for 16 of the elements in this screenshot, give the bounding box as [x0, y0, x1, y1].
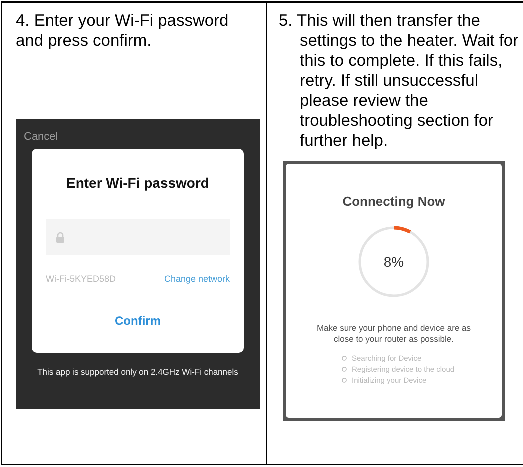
circle-icon — [342, 356, 347, 361]
instruction-text: 4. Enter your Wi-Fi password and press confirm. — [16, 11, 230, 51]
lock-icon — [56, 232, 65, 242]
progress-percent: 8% — [384, 254, 404, 270]
password-field[interactable] — [46, 219, 230, 255]
progress-title: Connecting Now — [342, 194, 446, 209]
circle-icon — [342, 367, 347, 372]
support-note: This app is supported only on 2.4GHz Wi-Fi channels — [38, 367, 238, 377]
network-name: Wi-Fi-5KYED58D — [46, 274, 116, 284]
dialog-title: Enter Wi-Fi password — [66, 175, 210, 191]
confirm-button[interactable]: Confirm — [115, 314, 161, 328]
change-network-link[interactable]: Change network — [164, 274, 230, 284]
instruction-text: 5. This will then transfer the settings to the heater. Wait for this to complete. If this fails, retry. If still unsuccessful please review the troubleshooting section for further help. — [279, 11, 520, 151]
hint-text: Make sure your phone and device are as close to your router as possible. — [316, 323, 472, 345]
cancel-link[interactable]: Cancel — [24, 131, 58, 143]
circle-icon — [342, 378, 347, 383]
